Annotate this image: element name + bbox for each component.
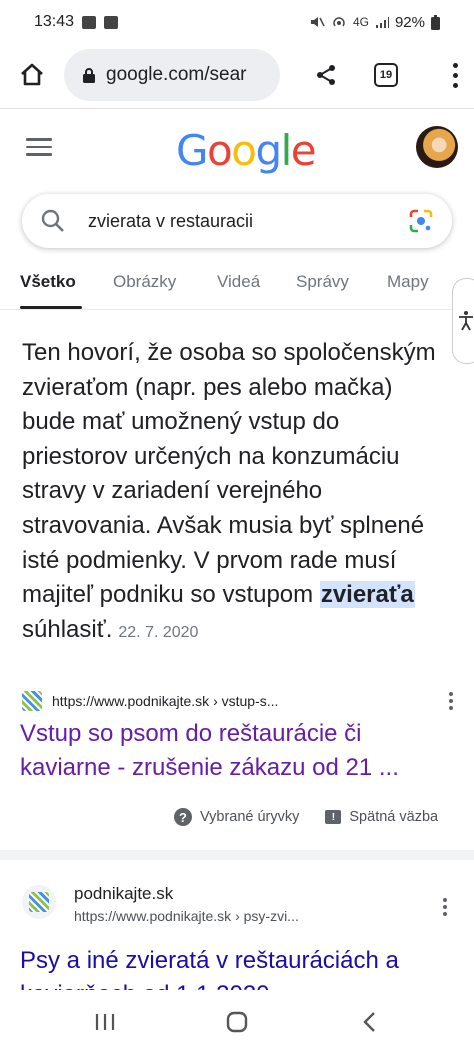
snippet-text-after: súhlasiť. bbox=[22, 615, 113, 643]
more-vert-icon[interactable] bbox=[448, 692, 454, 710]
logo-letter: l bbox=[280, 126, 293, 175]
hotspot-icon bbox=[333, 17, 345, 27]
google-lens-icon[interactable] bbox=[408, 208, 434, 234]
tab-videos[interactable]: Videá bbox=[217, 272, 260, 292]
search-box[interactable]: zvierata v restauracii bbox=[22, 194, 452, 248]
featured-source[interactable]: https://www.podnikajte.sk › vstup-s... bbox=[22, 688, 454, 714]
recent-apps-icon bbox=[95, 1014, 115, 1030]
logo-letter: o bbox=[207, 126, 233, 175]
browser-menu-button[interactable] bbox=[422, 57, 458, 93]
tab-all[interactable]: Všetko bbox=[20, 272, 76, 292]
tab-maps[interactable]: Mapy bbox=[387, 272, 429, 292]
url-text: google.com/sear bbox=[106, 64, 247, 85]
site-favicon bbox=[22, 691, 42, 711]
logo-letter: o bbox=[231, 126, 257, 175]
home-button[interactable] bbox=[14, 57, 50, 93]
snippet-date: 22. 7. 2020 bbox=[118, 623, 199, 641]
featured-snippet-text: Ten hovorí, že osoba so spoločenským zvi… bbox=[22, 336, 450, 650]
back-button[interactable] bbox=[356, 1008, 384, 1036]
browser-toolbar: google.com/sear 19 bbox=[0, 44, 474, 106]
featured-result-title[interactable]: Vstup so psom do reštaurácie či kaviarne… bbox=[20, 717, 450, 785]
google-header: Google bbox=[0, 110, 474, 190]
featured-snippet-footer: ? Vybrané úryvky ! Spätná väzba bbox=[174, 806, 438, 828]
search-query[interactable]: zvierata v restauracii bbox=[88, 211, 253, 232]
about-featured-snippets-link[interactable]: Vybrané úryvky bbox=[200, 809, 299, 825]
status-bar: 13:43 4G 92% bbox=[0, 0, 474, 44]
tab-images[interactable]: Obrázky bbox=[113, 272, 176, 292]
home-icon bbox=[21, 63, 43, 86]
back-icon bbox=[363, 1012, 375, 1032]
home-nav-button[interactable] bbox=[223, 1008, 251, 1036]
search-icon bbox=[41, 209, 64, 232]
accessibility-icon bbox=[459, 311, 473, 331]
signal-icon bbox=[375, 17, 389, 28]
feedback-icon: ! bbox=[325, 810, 342, 824]
site-favicon bbox=[22, 885, 56, 919]
tab-switcher-button[interactable]: 19 bbox=[368, 57, 404, 93]
battery-icon bbox=[431, 14, 440, 30]
tab-news[interactable]: Správy bbox=[296, 272, 349, 292]
active-tab-indicator bbox=[20, 306, 82, 309]
home-nav-icon bbox=[226, 1011, 248, 1033]
mute-icon bbox=[310, 17, 325, 27]
search-tabs: Všetko Obrázky Videá Správy Mapy bbox=[0, 262, 474, 310]
system-nav-bar bbox=[0, 990, 474, 1053]
hamburger-menu-icon[interactable] bbox=[26, 138, 52, 158]
address-bar[interactable]: google.com/sear bbox=[64, 49, 280, 101]
tab-count: 19 bbox=[374, 63, 398, 87]
snippet-highlight: zvieraťa bbox=[319, 581, 415, 609]
network-type: 4G bbox=[352, 15, 369, 29]
result-title[interactable]: Psy a iné zvieratá v reštauráciách a kav… bbox=[20, 944, 460, 992]
status-time: 13:43 bbox=[34, 13, 75, 30]
share-icon bbox=[317, 65, 335, 85]
google-logo[interactable]: Google bbox=[176, 126, 317, 175]
featured-source-url: https://www.podnikajte.sk › vstup-s... bbox=[52, 693, 279, 709]
snippet-text-before: Ten hovorí, že osoba so spoločenským zvi… bbox=[22, 339, 436, 609]
result-site-name[interactable]: podnikajte.sk bbox=[74, 884, 173, 904]
logo-letter: G bbox=[176, 126, 209, 175]
recent-apps-button[interactable] bbox=[91, 1008, 119, 1036]
account-avatar[interactable] bbox=[416, 126, 458, 168]
result-url[interactable]: https://www.podnikajte.sk › psy-zvi... bbox=[74, 908, 299, 924]
gallery-notification-icon bbox=[82, 15, 97, 29]
help-icon: ? bbox=[174, 808, 192, 826]
battery-percent: 92% bbox=[394, 13, 425, 31]
result-separator bbox=[0, 850, 474, 860]
more-vert-icon bbox=[452, 62, 458, 88]
more-vert-icon[interactable] bbox=[442, 898, 448, 916]
logo-letter: g bbox=[255, 126, 282, 175]
logo-letter: e bbox=[290, 126, 317, 175]
check-notification-icon bbox=[104, 15, 119, 29]
share-button[interactable] bbox=[308, 57, 344, 93]
feedback-link[interactable]: Spätná väzba bbox=[349, 809, 438, 825]
toolbar-divider bbox=[0, 108, 474, 109]
lock-icon bbox=[83, 68, 95, 83]
accessibility-button[interactable] bbox=[452, 278, 474, 364]
